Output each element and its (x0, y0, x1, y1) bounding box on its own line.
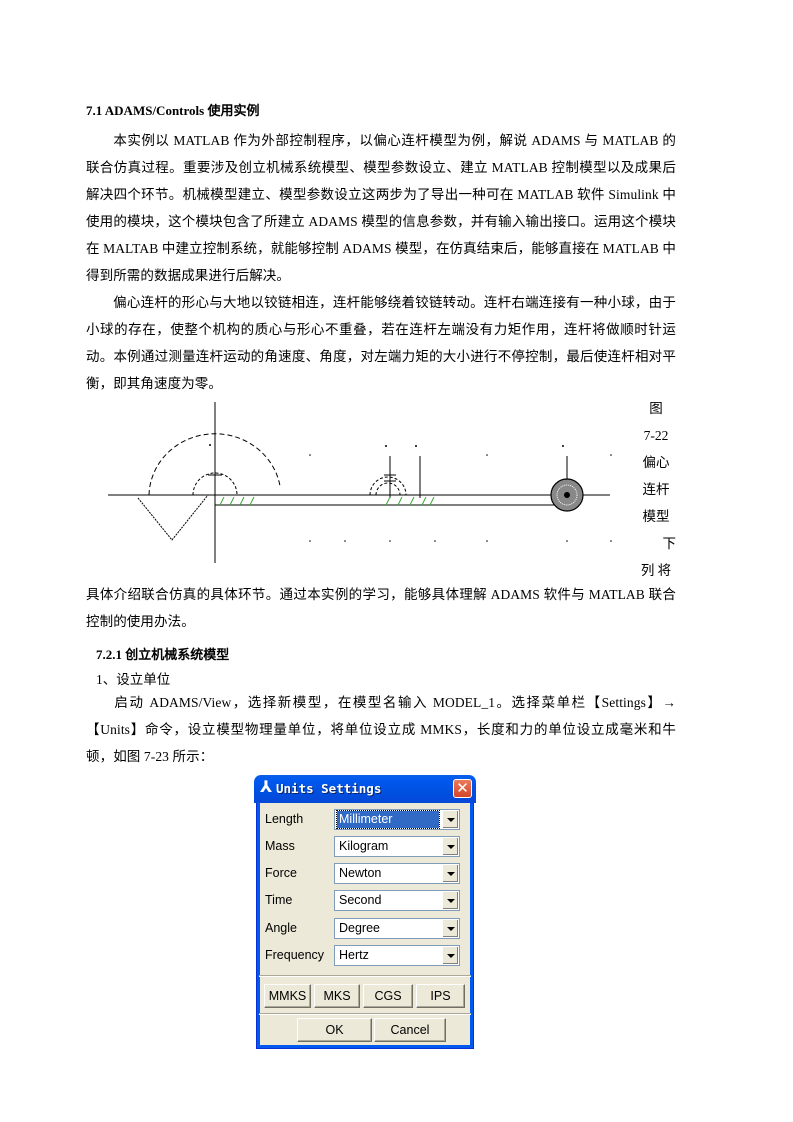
frequency-row: Frequency Hertz (262, 945, 462, 967)
force-select[interactable]: Newton (334, 863, 460, 884)
subsection-heading: 7.2.1 创立机械系统模型 (96, 647, 230, 662)
figure-followup-paragraph: 具体介绍联合仿真的具体环节。通过本实例的学习，能够具体理解 ADAMS 软件与 … (86, 587, 676, 629)
step-heading: 1、设立单位 (96, 672, 171, 687)
figure-caption: 图 7-22 偏心 连杆 模型 下 列 将 (640, 401, 676, 578)
chevron-down-icon[interactable] (442, 892, 458, 909)
length-row: Length Millimeter (262, 809, 462, 831)
intro-paragraph: 本实例以 MATLAB 作为外部控制程序，以偏心连杆模型为例，解说 ADAMS … (86, 133, 676, 283)
units-settings-dialog: ⅄ Units Settings ✕ Length Millimeter Mas… (254, 775, 476, 1049)
angle-select[interactable]: Degree (334, 918, 460, 939)
time-label: Time (265, 893, 293, 907)
length-label: Length (265, 812, 304, 826)
mass-label: Mass (265, 839, 295, 853)
divider (259, 1013, 471, 1015)
angle-row: Angle Degree (262, 918, 462, 940)
chevron-down-icon[interactable] (442, 838, 458, 855)
length-select[interactable]: Millimeter (334, 809, 460, 830)
chevron-down-icon[interactable] (442, 920, 458, 937)
mass-row: Mass Kilogram (262, 836, 462, 858)
ips-button[interactable]: IPS (416, 984, 465, 1008)
chevron-down-icon[interactable] (442, 811, 458, 828)
mks-button[interactable]: MKS (314, 984, 360, 1008)
mechanism-paragraph: 偏心连杆的形心与大地以铰链相连，连杆能够绕着铰链转动。连杆右端连接有一种小球，由… (86, 295, 676, 391)
ok-button[interactable]: OK (297, 1018, 372, 1042)
force-row: Force Newton (262, 863, 462, 885)
divider (259, 975, 471, 977)
time-row: Time Second (262, 890, 462, 912)
cgs-button[interactable]: CGS (363, 984, 413, 1008)
mmks-button[interactable]: MMKS (264, 984, 311, 1008)
close-button[interactable]: ✕ (453, 779, 472, 798)
mass-select[interactable]: Kilogram (334, 836, 460, 857)
units-paragraph: 启动 ADAMS/View，选择新模型，在模型名输入 MODEL_1。选择菜单栏… (86, 695, 676, 764)
force-label: Force (265, 866, 297, 880)
dialog-title: Units Settings (276, 781, 382, 796)
close-icon: ✕ (456, 780, 469, 797)
frequency-select[interactable]: Hertz (334, 945, 460, 966)
angle-label: Angle (265, 921, 297, 935)
eccentric-link-figure (108, 402, 612, 563)
time-select[interactable]: Second (334, 890, 460, 911)
ground-hatch (219, 496, 435, 506)
document-page: 7.1 ADAMS/Controls 使用实例 本实例以 MATLAB 作为外部… (0, 0, 793, 1122)
chevron-down-icon[interactable] (442, 947, 458, 964)
cancel-button[interactable]: Cancel (374, 1018, 446, 1042)
chevron-down-icon[interactable] (442, 865, 458, 882)
frequency-label: Frequency (265, 948, 325, 962)
v-shape-lines (137, 494, 209, 541)
dialog-titlebar[interactable]: ⅄ Units Settings ✕ (254, 775, 476, 803)
section-heading: 7.1 ADAMS/Controls 使用实例 (86, 103, 260, 118)
